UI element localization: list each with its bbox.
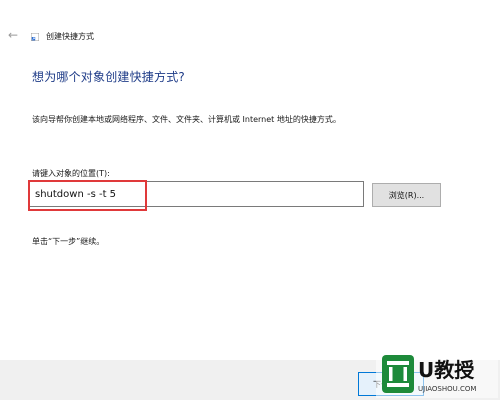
wizard-description: 该向导帮你创建本地或网络程序、文件、文件夹、计算机或 Internet 地址的快… [32, 115, 341, 124]
window-title: 创建快捷方式 [46, 32, 94, 41]
browse-button[interactable]: 浏览(R)... [372, 183, 441, 207]
watermark-site: UJIAOSHOU.COM [418, 385, 476, 393]
watermark-logo: U教授 UJIAOSHOU.COM [376, 350, 498, 398]
watermark-brand: U教授 [418, 358, 475, 382]
shortcut-icon [31, 33, 39, 41]
back-arrow-icon[interactable]: ← [6, 28, 20, 42]
page-heading: 想为哪个对象创建快捷方式? [32, 70, 185, 84]
continue-hint: 单击“下一步”继续。 [32, 237, 105, 246]
location-field-label: 请键入对象的位置(T): [32, 169, 110, 178]
location-input[interactable] [28, 181, 364, 207]
